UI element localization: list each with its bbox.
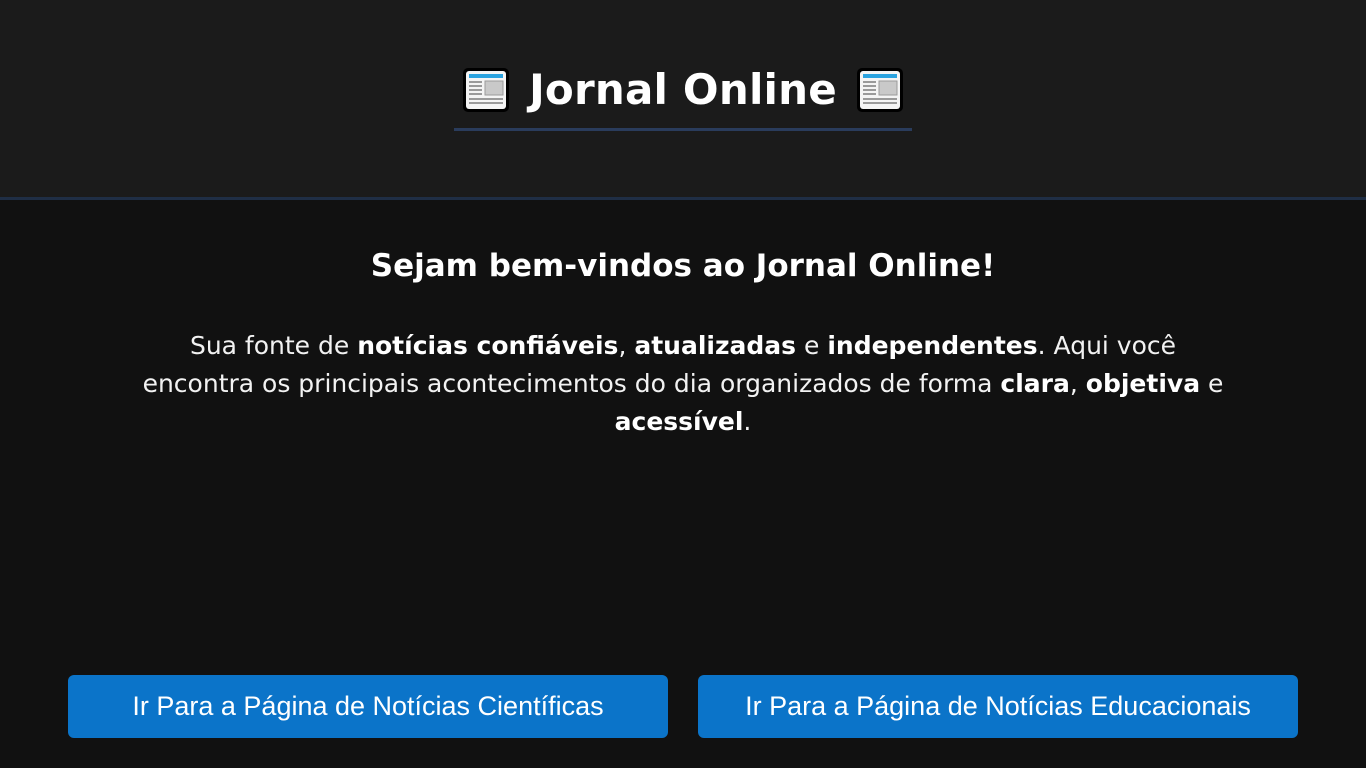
page-title: Jornal Online: [461, 64, 905, 116]
intro-emphasis: independentes: [827, 331, 1038, 360]
newspaper-icon: [855, 66, 905, 114]
title-container: Jornal Online: [454, 58, 912, 131]
intro-emphasis: objetiva: [1085, 369, 1201, 398]
intro-emphasis: clara: [1000, 369, 1070, 398]
newspaper-icon: [461, 66, 511, 114]
intro-text: Sua fonte de: [189, 331, 358, 360]
science-news-button[interactable]: Ir Para a Página de Notícias Científicas: [68, 675, 668, 738]
education-news-button[interactable]: Ir Para a Página de Notícias Educacionai…: [698, 675, 1298, 738]
page-header: Jornal Online: [0, 0, 1366, 200]
intro-emphasis: atualizadas: [634, 331, 797, 360]
intro-emphasis: acessível: [614, 407, 744, 436]
intro-text: e: [1200, 369, 1224, 398]
site-title: Jornal Online: [529, 65, 837, 114]
intro-text: e: [796, 331, 828, 360]
welcome-heading: Sejam bem-vindos ao Jornal Online!: [370, 248, 996, 284]
intro-text: ,: [618, 331, 635, 360]
intro-emphasis: notícias confiáveis: [357, 331, 619, 360]
intro-paragraph: Sua fonte de notícias confiáveis, atuali…: [140, 327, 1226, 441]
intro-text: .: [743, 407, 752, 436]
intro-text: ,: [1069, 369, 1086, 398]
